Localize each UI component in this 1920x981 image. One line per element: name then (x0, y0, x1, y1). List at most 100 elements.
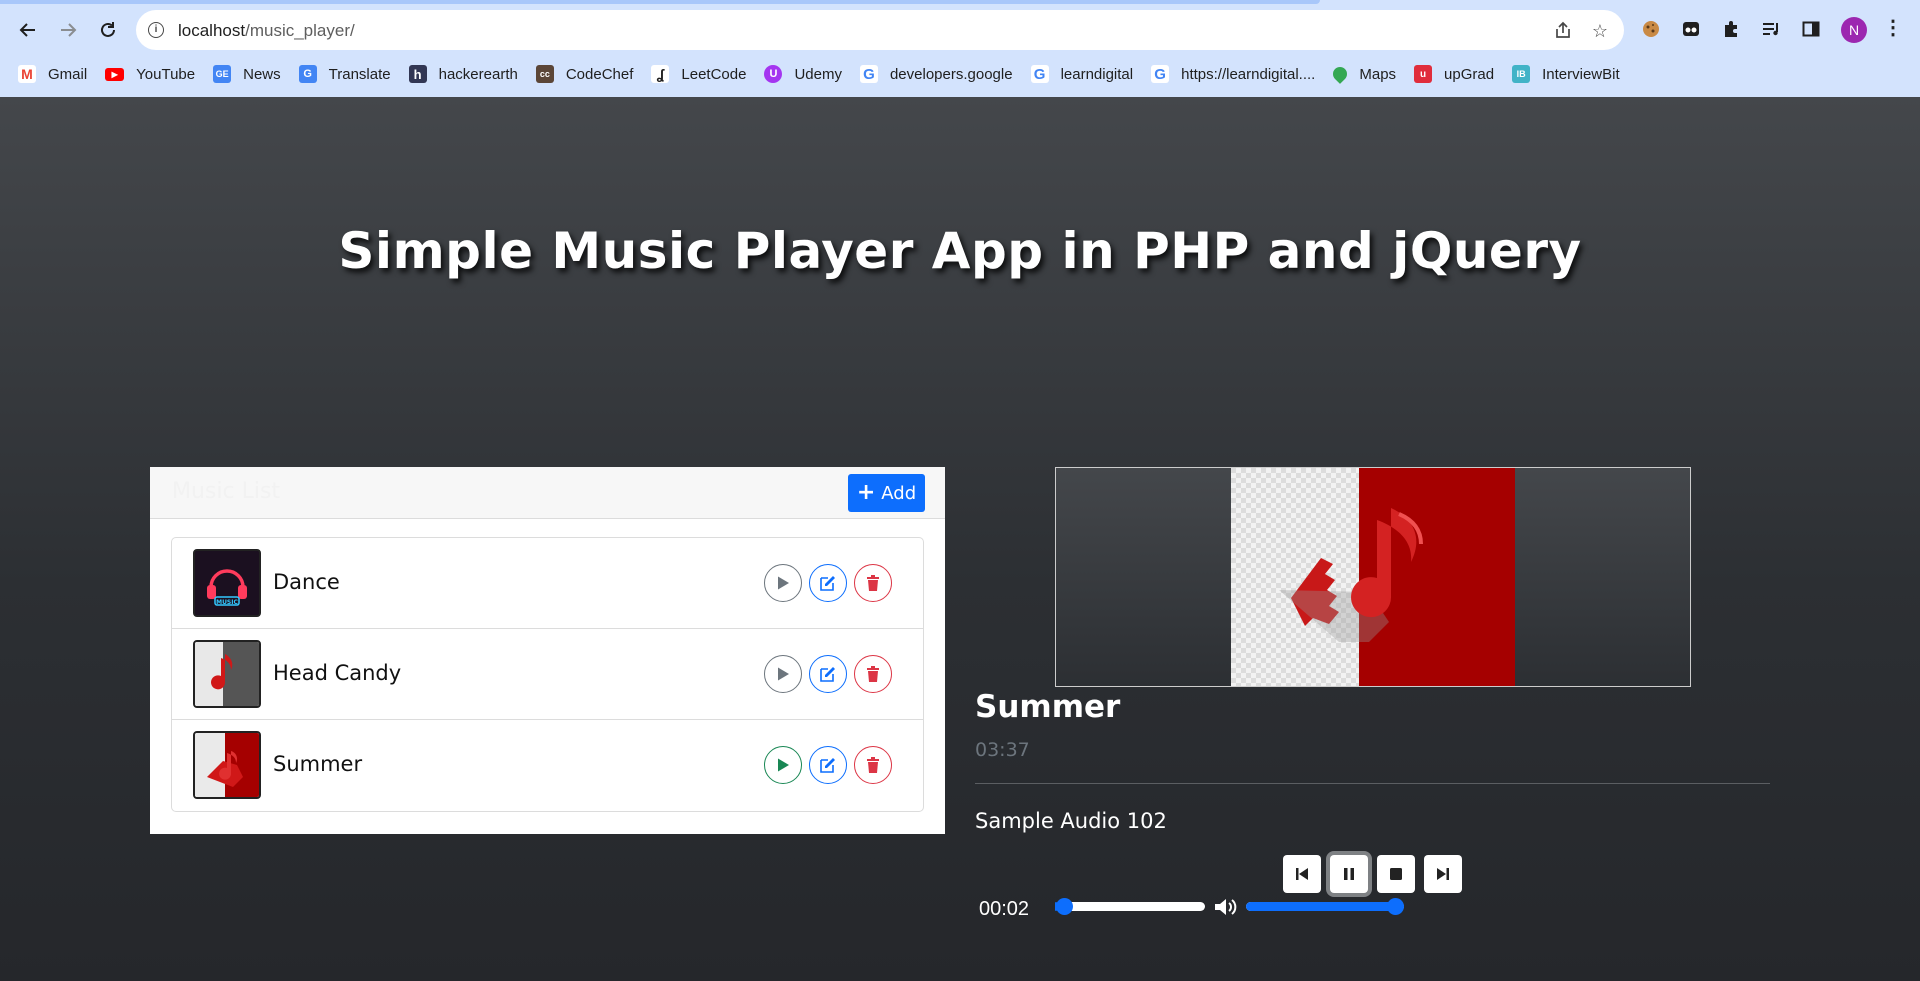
bookmark-label: developers.google (889, 65, 1013, 83)
youtube-icon: ▶ (105, 67, 125, 81)
play-button[interactable] (764, 564, 802, 602)
next-button[interactable] (1424, 855, 1462, 893)
now-playing-description: Sample Audio 102 (975, 809, 1167, 833)
interviewbit-icon: IB (1512, 65, 1531, 83)
extensions-puzzle-icon[interactable] (1718, 16, 1744, 42)
edit-button[interactable] (809, 655, 847, 693)
bookmark-label: https://learndigital.... (1181, 65, 1316, 83)
volume-icon[interactable] (1213, 896, 1239, 918)
album-cover (1055, 467, 1691, 687)
browser-toolbar: i localhost/music_player/ ☆ N ⋮ (0, 8, 1920, 52)
bookmark-label: LeetCode (681, 65, 747, 83)
google-icon: G (1030, 65, 1049, 83)
delete-button[interactable] (854, 564, 892, 602)
delete-button[interactable] (854, 655, 892, 693)
bookmark-gmail[interactable]: M Gmail (18, 65, 87, 83)
page-title: Simple Music Player App in PHP and jQuer… (338, 222, 1582, 280)
bookmark-hackerearth[interactable]: h hackerearth (408, 65, 518, 83)
bookmark-label: CodeChef (565, 65, 634, 83)
song-thumbnail (193, 731, 261, 799)
bookmark-star-icon[interactable]: ☆ (1589, 20, 1611, 42)
song-title: Head Candy (273, 661, 402, 685)
profile-avatar[interactable]: N (1841, 17, 1867, 43)
hackerearth-icon: h (408, 65, 427, 83)
play-icon (778, 758, 789, 772)
player-divider (975, 783, 1770, 784)
site-info-icon[interactable]: i (148, 22, 164, 38)
stop-button[interactable] (1377, 855, 1415, 893)
edit-icon (820, 576, 835, 591)
volume-slider[interactable] (1246, 898, 1404, 915)
address-bar[interactable]: i localhost/music_player/ ☆ (136, 10, 1624, 50)
bookmark-interviewbit[interactable]: IB InterviewBit (1512, 65, 1620, 83)
now-playing-duration: 03:37 (975, 739, 1030, 761)
previous-button[interactable] (1283, 855, 1321, 893)
add-song-label: Add (881, 482, 917, 504)
bookmark-upgrad[interactable]: u upGrad (1414, 65, 1494, 83)
bookmark-label: Gmail (48, 65, 88, 83)
bookmark-learndigital[interactable]: Glearndigital (1030, 65, 1134, 83)
bookmark-label: Maps (1359, 65, 1397, 83)
bookmark-label: hackerearth (438, 65, 518, 83)
bookmarks-bar: M Gmail ▶ YouTube GE News G Translate h hacke… (0, 60, 1920, 88)
bookmark-codechef[interactable]: cc CodeChef (535, 65, 634, 83)
gmail-icon: M (18, 65, 36, 83)
news-icon: GE (213, 65, 232, 83)
trash-icon (867, 575, 879, 591)
pause-icon (1344, 868, 1354, 880)
reload-icon[interactable] (92, 14, 124, 46)
cookie-extension-icon[interactable] (1638, 16, 1664, 42)
glasses-extension-icon[interactable] (1678, 16, 1704, 42)
google-icon: G (1151, 65, 1170, 83)
bookmark-udemy[interactable]: U Udemy (764, 65, 842, 83)
seek-slider[interactable] (1055, 898, 1205, 915)
skip-next-icon (1437, 868, 1449, 880)
media-queue-icon[interactable] (1758, 16, 1784, 42)
song-thumbnail: MUSIC (193, 549, 261, 617)
stop-icon (1390, 868, 1402, 880)
song-thumbnail (193, 640, 261, 708)
edit-button[interactable] (809, 564, 847, 602)
plus-icon: + (856, 480, 876, 505)
share-icon[interactable] (1552, 20, 1574, 42)
volume-handle[interactable] (1387, 898, 1404, 915)
codechef-icon: cc (535, 65, 554, 83)
bookmark-learndigital-url[interactable]: Ghttps://learndigital.... (1151, 65, 1315, 83)
back-icon[interactable] (12, 14, 44, 46)
bookmark-maps[interactable]: Maps (1330, 64, 1397, 84)
url-path: /music_player/ (245, 21, 355, 40)
volume-level (1246, 902, 1404, 911)
trash-icon (867, 757, 879, 773)
list-item: MUSIC Dance (172, 538, 923, 629)
edit-button[interactable] (809, 746, 847, 784)
more-menu-icon[interactable]: ⋮ (1883, 16, 1903, 42)
trash-icon (867, 666, 879, 682)
svg-text:MUSIC: MUSIC (216, 599, 238, 606)
upgrad-icon: u (1414, 65, 1433, 83)
bookmark-label: upGrad (1444, 65, 1495, 83)
tab-strip (0, 0, 1320, 4)
edit-icon (820, 667, 835, 682)
play-button[interactable] (764, 746, 802, 784)
side-panel-icon[interactable] (1798, 16, 1824, 42)
bookmark-label: learndigital (1060, 65, 1134, 83)
add-song-button[interactable]: + Add (848, 474, 925, 512)
forward-icon[interactable] (52, 14, 84, 46)
play-button[interactable] (764, 655, 802, 693)
music-list-card: Music List + Add MUSIC Dance Head Candy … (150, 467, 945, 834)
album-art-image (1231, 468, 1515, 686)
pause-button[interactable] (1330, 855, 1368, 893)
bookmark-developers-google[interactable]: Gdevelopers.google (859, 65, 1013, 83)
list-item: Head Candy (172, 629, 923, 720)
bookmark-label: Udemy (794, 65, 842, 83)
music-list-header: Music List + Add (150, 467, 945, 519)
google-icon: G (859, 65, 878, 83)
delete-button[interactable] (854, 746, 892, 784)
list-item: Summer (172, 720, 923, 811)
bookmark-translate[interactable]: G Translate (298, 65, 391, 83)
now-playing-title: Summer (975, 689, 1121, 725)
bookmark-youtube[interactable]: ▶ YouTube (105, 66, 195, 83)
bookmark-news[interactable]: GE News (213, 65, 281, 83)
skip-previous-icon (1296, 868, 1308, 880)
bookmark-leetcode[interactable]: ʆ LeetCode (651, 65, 746, 83)
